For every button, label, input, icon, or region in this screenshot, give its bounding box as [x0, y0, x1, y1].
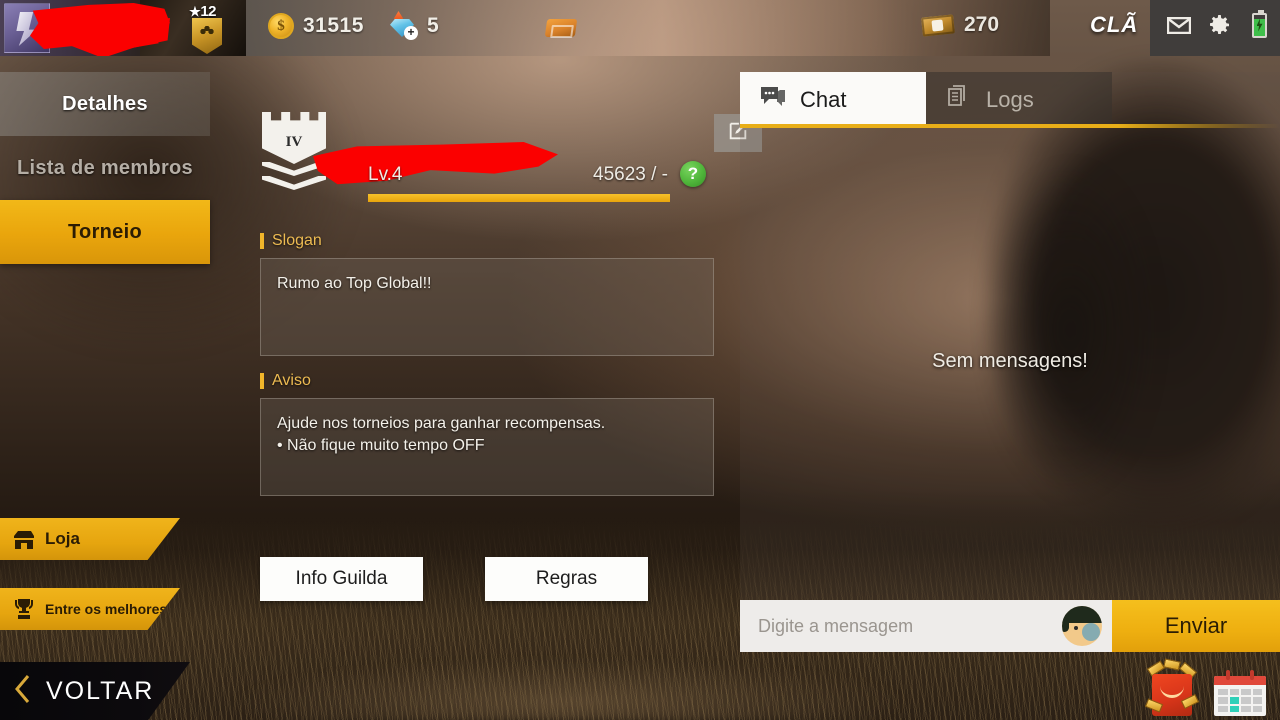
slogan-label: Slogan — [272, 232, 322, 249]
chat-input-placeholder: Digite a mensagem — [758, 615, 914, 636]
chat-empty-message: Sem mensagens! — [932, 349, 1088, 372]
guild-emblem-rank: IV — [285, 134, 303, 150]
guild-sidebar: Detalhes Lista de membros Torneio — [0, 72, 210, 264]
tab-chat-label: Chat — [800, 87, 847, 112]
tab-logs-label: Logs — [986, 87, 1034, 112]
guild-xp: 45623 / - — [593, 164, 668, 185]
sidebar-item-detalhes[interactable]: Detalhes — [0, 72, 210, 136]
guild-level-row: Lv.4 45623 / - — [368, 164, 668, 186]
notice-label: Aviso — [272, 372, 311, 389]
coin-value: 31515 — [303, 14, 364, 37]
star-icon: ★ — [189, 4, 201, 19]
regras-button[interactable]: Regras — [485, 557, 648, 601]
trophy-icon — [12, 597, 36, 621]
guild-xp-fill — [368, 194, 670, 202]
player-level-badge: ★12 — [189, 3, 216, 20]
speech-bubble-icon — [760, 86, 786, 114]
game-screen: ★12 $ 31515 + 5 270 CLÃ Detalhes Lista d… — [0, 0, 1280, 720]
slogan-accent-bar — [260, 233, 264, 249]
top-bar: ★12 $ 31515 + 5 270 CLÃ — [0, 0, 1280, 56]
notice-line-2: • Não fique muito tempo OFF — [277, 436, 485, 454]
guild-emblem-icon: IV — [258, 112, 330, 194]
notice-label-row: Aviso — [260, 372, 714, 390]
currency-ticket[interactable]: 270 — [922, 12, 999, 38]
currency-diamond[interactable]: + 5 — [388, 11, 440, 40]
leaderboard-banner-label: Entre os melhores — [45, 601, 168, 617]
bottom-shortcut-group — [1144, 658, 1266, 716]
guild-details-panel: IV Lv.4 45623 / - ? Slogan Rumo ao Top G… — [210, 72, 762, 652]
guild-xp-bar — [368, 194, 670, 202]
notice-text[interactable]: Ajude nos torneios para ganhar recompens… — [260, 398, 714, 496]
guild-action-buttons: Info Guilda Regras — [260, 557, 648, 601]
chat-panel: Chat Logs Sem mensagens! Digite a mensag… — [740, 72, 1280, 652]
back-button-label: VOLTAR — [46, 676, 155, 705]
slogan-section: Slogan Rumo ao Top Global!! — [260, 232, 714, 356]
player-card[interactable]: ★12 — [0, 0, 246, 56]
mail-icon[interactable] — [1166, 12, 1192, 38]
notice-section: Aviso Ajude nos torneios para ganhar rec… — [260, 372, 714, 496]
help-button[interactable]: ? — [680, 161, 706, 187]
document-icon — [946, 85, 972, 115]
shop-bag-icon[interactable] — [1144, 658, 1200, 716]
coin-icon: $ — [268, 13, 294, 39]
guild-level: Lv.4 — [368, 164, 403, 185]
chat-input-row: Digite a mensagem Enviar — [740, 600, 1280, 652]
diamond-icon: + — [388, 11, 418, 40]
sidebar-item-torneio[interactable]: Torneio — [0, 200, 210, 264]
calendar-icon[interactable] — [1214, 668, 1266, 716]
currency-coin[interactable]: $ 31515 — [268, 13, 364, 39]
notice-line-1: Ajude nos torneios para ganhar recompens… — [277, 415, 606, 432]
slogan-text[interactable]: Rumo ao Top Global!! — [260, 258, 714, 356]
send-button[interactable]: Enviar — [1112, 600, 1280, 652]
diamond-value: 5 — [427, 14, 440, 37]
shop-icon — [12, 527, 36, 551]
chat-input-field[interactable]: Digite a mensagem — [740, 600, 1112, 652]
card-icon — [544, 13, 578, 39]
info-guilda-button[interactable]: Info Guilda — [260, 557, 423, 601]
gear-icon[interactable] — [1206, 12, 1232, 38]
ticket-value: 270 — [964, 13, 1000, 36]
guild-header: IV Lv.4 45623 / - ? — [258, 106, 762, 206]
sidebar-item-lista-de-membros[interactable]: Lista de membros — [0, 136, 210, 200]
card-shortcut[interactable] — [544, 13, 578, 39]
chevron-left-icon — [14, 674, 32, 709]
emoji-avatar-icon[interactable] — [1062, 606, 1102, 646]
notice-accent-bar — [260, 373, 264, 389]
ticket-icon — [922, 12, 954, 38]
battery-icon — [1246, 9, 1272, 38]
slogan-label-row: Slogan — [260, 232, 714, 250]
clan-title: CLÃ — [1090, 12, 1139, 37]
chat-message-list: Sem mensagens! — [740, 128, 1280, 594]
tab-logs[interactable]: Logs — [926, 72, 1112, 128]
tab-chat[interactable]: Chat — [740, 72, 926, 128]
top-bar-icon-group — [1166, 9, 1272, 38]
shop-banner-label: Loja — [45, 529, 80, 548]
chat-tab-bar: Chat Logs — [740, 72, 1280, 128]
